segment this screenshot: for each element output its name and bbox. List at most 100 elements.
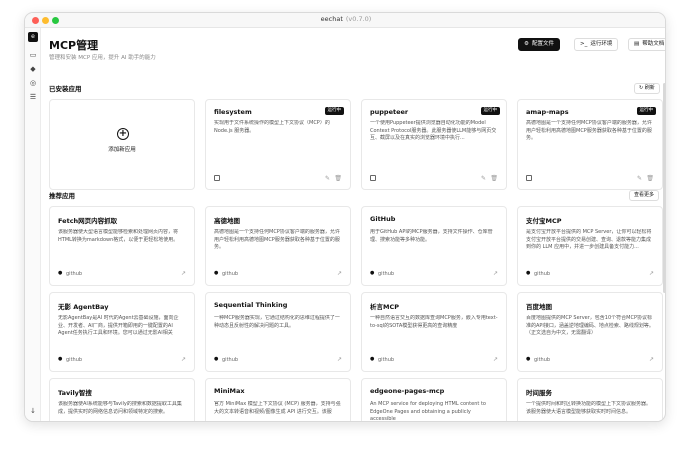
app-description: 官方 MiniMax 模型上下文协议 (MCP) 服务器，支持与强大的文本转语音… <box>214 401 341 415</box>
app-name: puppeteer <box>370 108 409 116</box>
installed-heading: 已安装应用 <box>49 85 82 93</box>
settings-sliders-icon[interactable]: ☰ <box>28 92 38 102</box>
source-label: github <box>66 357 83 363</box>
recommended-app-card[interactable]: edgeone-pages-mcp An MCP service for depl… <box>361 378 507 422</box>
config-file-button[interactable]: ⚙ 配置文件 <box>518 38 560 51</box>
scrollbar[interactable] <box>663 83 665 293</box>
app-name: amap-maps <box>526 108 569 116</box>
source-label: github <box>378 357 395 363</box>
app-description: 一种自然语言交互的数据库查询MCP服务，嵌入专用text-to-sql的SOTA… <box>370 315 498 329</box>
app-description: 无影AgentBay是AI 时代的Agent云基础设施，面向企业、开发者、AI厂… <box>58 315 179 338</box>
github-icon: ● <box>214 356 219 362</box>
recommended-heading: 推荐应用 <box>49 192 75 200</box>
arrow-down-icon[interactable]: ↓ <box>28 406 38 416</box>
trash-icon[interactable]: 🗑 <box>646 175 654 182</box>
add-app-card[interactable]: + 添加新应用 <box>49 99 195 190</box>
external-link-icon[interactable]: ↗ <box>337 356 342 363</box>
main-content: MCP管理 管理和安装 MCP 应用，提升 AI 助手的能力 ⚙ 配置文件 >_ 运… <box>42 28 665 422</box>
trash-icon[interactable]: 🗑 <box>490 175 498 182</box>
external-link-icon[interactable]: ↗ <box>181 356 186 363</box>
recommended-app-card[interactable]: GitHub 用于GitHub API的MCP服务器，支持文件操作、仓库管理、搜索… <box>361 206 507 286</box>
source-label: github <box>222 271 239 277</box>
app-description: 该服务器使AI系统能够与Tavily的搜索和数据提取工具集成，提供实时的网络信息… <box>58 401 182 415</box>
app-description: 一个提供时间和时区转换功能的模型上下文协议服务器。该服务器使大语言模型能够获取实… <box>526 401 652 415</box>
recommended-app-card[interactable]: 无影 AgentBay 无影AgentBay是AI 时代的Agent云基础设施，面… <box>49 292 195 372</box>
edit-icon[interactable]: ✎ <box>637 175 642 182</box>
alipay-icon: ● <box>526 270 531 276</box>
window-title: eechat (v0.7.0) <box>25 15 665 23</box>
help-docs-label: 帮助文档 <box>642 41 665 47</box>
recommended-app-card[interactable]: 析言MCP 一种自然语言交互的数据库查询MCP服务，嵌入专用text-to-sql… <box>361 292 507 372</box>
enable-checkbox[interactable] <box>214 175 220 181</box>
recommended-app-card[interactable]: 百度地图 百度地图提供的MCP Server，包含10个符合MCP协议标准的API… <box>517 292 663 372</box>
app-description: 百度地图提供的MCP Server，包含10个符合MCP协议标准的API接口，涵… <box>526 315 654 336</box>
external-link-icon[interactable]: ↗ <box>493 356 498 363</box>
recommended-app-card[interactable]: Tavily智搜 该服务器使AI系统能够与Tavily的搜索和数据提取工具集成，提… <box>49 378 195 421</box>
recommended-app-card[interactable]: Sequential Thinking 一种MCP服务器实现，它通过结构化的思维过… <box>205 292 351 372</box>
book-icon: ▤ <box>634 41 640 47</box>
edit-icon[interactable]: ✎ <box>481 175 486 182</box>
compass-icon[interactable]: ◎ <box>28 78 38 88</box>
app-logo: e <box>28 32 38 42</box>
refresh-label: 刷新 <box>644 85 655 91</box>
sidebar: e ▭ ◆ ◎ ☰ ↓ <box>25 28 41 421</box>
status-badge: 运行中 <box>480 107 500 115</box>
app-name: Sequential Thinking <box>214 301 288 309</box>
app-name: 时间服务 <box>526 389 552 397</box>
edit-icon[interactable]: ✎ <box>325 175 330 182</box>
app-name: 支付宝MCP <box>526 217 562 225</box>
app-description: 一个使用Puppeteer提供浏览器自动化功能的Model Context Pr… <box>370 120 497 141</box>
runtime-env-label: 运行环境 <box>590 41 613 47</box>
github-icon: ● <box>370 270 375 276</box>
app-description: 实现用于文件系统操作的模型上下文协议（MCP）的 Node.js 服务器。 <box>214 120 330 134</box>
baidu-map-icon: ● <box>526 356 531 362</box>
source-label: github <box>534 357 551 363</box>
source-label: github <box>534 271 551 277</box>
page-subtitle: 管理和安装 MCP 应用，提升 AI 助手的能力 <box>49 55 156 61</box>
external-link-icon[interactable]: ↗ <box>181 270 186 277</box>
app-name: MiniMax <box>214 387 245 395</box>
amap-icon: ● <box>214 270 219 276</box>
github-icon: ● <box>370 356 375 362</box>
recommended-app-card[interactable]: MiniMax 官方 MiniMax 模型上下文协议 (MCP) 服务器，支持与强… <box>205 378 351 421</box>
app-name: Fetch网页内容抓取 <box>58 217 118 225</box>
external-link-icon[interactable]: ↗ <box>649 356 654 363</box>
github-icon: ● <box>58 270 63 276</box>
view-more-button[interactable]: 查看更多 <box>629 190 660 201</box>
page-title: MCP管理 <box>49 39 99 52</box>
external-link-icon[interactable]: ↗ <box>493 270 498 277</box>
status-badge: 运行中 <box>324 107 344 115</box>
help-docs-button[interactable]: ▤ 帮助文档 <box>628 38 665 51</box>
external-link-icon[interactable]: ↗ <box>649 270 654 277</box>
source-label: github <box>378 271 395 277</box>
recommended-app-card[interactable]: 高德地图高德地图是一个支持任何MCP协议客户端的服务器，允许用户轻松利用高德地图… <box>205 206 351 286</box>
recommended-app-card[interactable]: 支付宝MCP 是支付宝开放平台提供的 MCP Server，让你可以轻松将支付宝开… <box>517 206 663 286</box>
external-link-icon[interactable]: ↗ <box>337 270 342 277</box>
plugin-icon[interactable]: ◆ <box>28 64 38 74</box>
app-name: filesystem <box>214 108 252 116</box>
installed-app-card[interactable]: puppeteer 运行中一个使用Puppeteer提供浏览器自动化功能的Mode… <box>361 99 507 190</box>
app-version: (v0.7.0) <box>345 15 372 23</box>
app-name: 高德地图 <box>214 217 240 225</box>
app-description: 高德地图是一个支持任何MCP协议客户端的服务器，允许用户轻松利用高德地图MCP服… <box>214 229 340 250</box>
app-description: An MCP service for deploying HTML conten… <box>370 401 486 422</box>
installed-app-card[interactable]: filesystem 运行中实现用于文件系统操作的模型上下文协议（MCP）的 No… <box>205 99 351 190</box>
enable-checkbox[interactable] <box>526 175 532 181</box>
app-window: eechat (v0.7.0) e ▭ ◆ ◎ ☰ ↓ MCP管理 管理和安装 M… <box>24 12 666 422</box>
app-description: 高德地图是一个支持任何MCP协议客户端的服务器，允许用户轻松利用高德地图MCP服… <box>526 120 652 141</box>
app-description: 用于GitHub API的MCP服务器，支持文件操作、仓库管理、搜索功能等多种功… <box>370 229 493 243</box>
config-file-label: 配置文件 <box>531 41 554 47</box>
app-name: edgeone-pages-mcp <box>370 387 445 395</box>
recommended-app-card[interactable]: Fetch网页内容抓取 该服务器使大型语言模型能够检索和处理网页内容，将HTML转… <box>49 206 195 286</box>
recommended-app-card[interactable]: 时间服务一个提供时间和时区转换功能的模型上下文协议服务器。该服务器使大语言模型能… <box>517 378 663 421</box>
title-bar: eechat (v0.7.0) <box>25 13 665 28</box>
enable-checkbox[interactable] <box>370 175 376 181</box>
refresh-button[interactable]: ↻ 刷新 <box>634 83 660 94</box>
app-name: eechat <box>320 15 343 23</box>
trash-icon[interactable]: 🗑 <box>334 175 342 182</box>
chat-icon[interactable]: ▭ <box>28 50 38 60</box>
source-label: github <box>66 271 83 277</box>
source-label: github <box>222 357 239 363</box>
runtime-env-button[interactable]: >_ 运行环境 <box>574 38 619 51</box>
installed-app-card[interactable]: amap-maps 运行中 高德地图是一个支持任何MCP协议客户端的服务器，允许用户… <box>517 99 663 190</box>
